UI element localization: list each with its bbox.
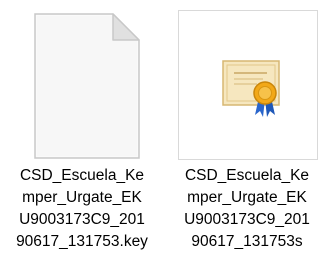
file-name-line: U9003173C9_201 xyxy=(184,211,310,228)
file-name[interactable]: CSD_Escuela_Ke mper_Urgate_EK U9003173C9… xyxy=(7,165,157,253)
file-item-certificate[interactable]: CSD_Escuela_Ke mper_Urgate_EK U9003173C9… xyxy=(172,0,322,258)
file-name-line: CSD_Escuela_Ke xyxy=(19,167,145,184)
file-name-line: U9003173C9_201 xyxy=(19,211,145,228)
file-item-key[interactable]: CSD_Escuela_Ke mper_Urgate_EK U9003173C9… xyxy=(7,0,157,258)
file-thumbnail[interactable] xyxy=(13,8,153,163)
file-name-line: mper_Urgate_EK xyxy=(22,189,142,206)
file-name-line: mper_Urgate_EK xyxy=(187,189,307,206)
certificate-icon xyxy=(222,60,280,117)
blank-document-icon xyxy=(34,13,140,159)
file-name-line: 90617_131753s xyxy=(191,233,303,250)
file-name-line: CSD_Escuela_Ke xyxy=(184,167,310,184)
file-name[interactable]: CSD_Escuela_Ke mper_Urgate_EK U9003173C9… xyxy=(172,165,322,253)
file-grid: CSD_Escuela_Ke mper_Urgate_EK U9003173C9… xyxy=(0,0,330,258)
file-thumbnail[interactable] xyxy=(178,10,318,160)
file-name-line: 90617_131753.key xyxy=(16,233,148,250)
